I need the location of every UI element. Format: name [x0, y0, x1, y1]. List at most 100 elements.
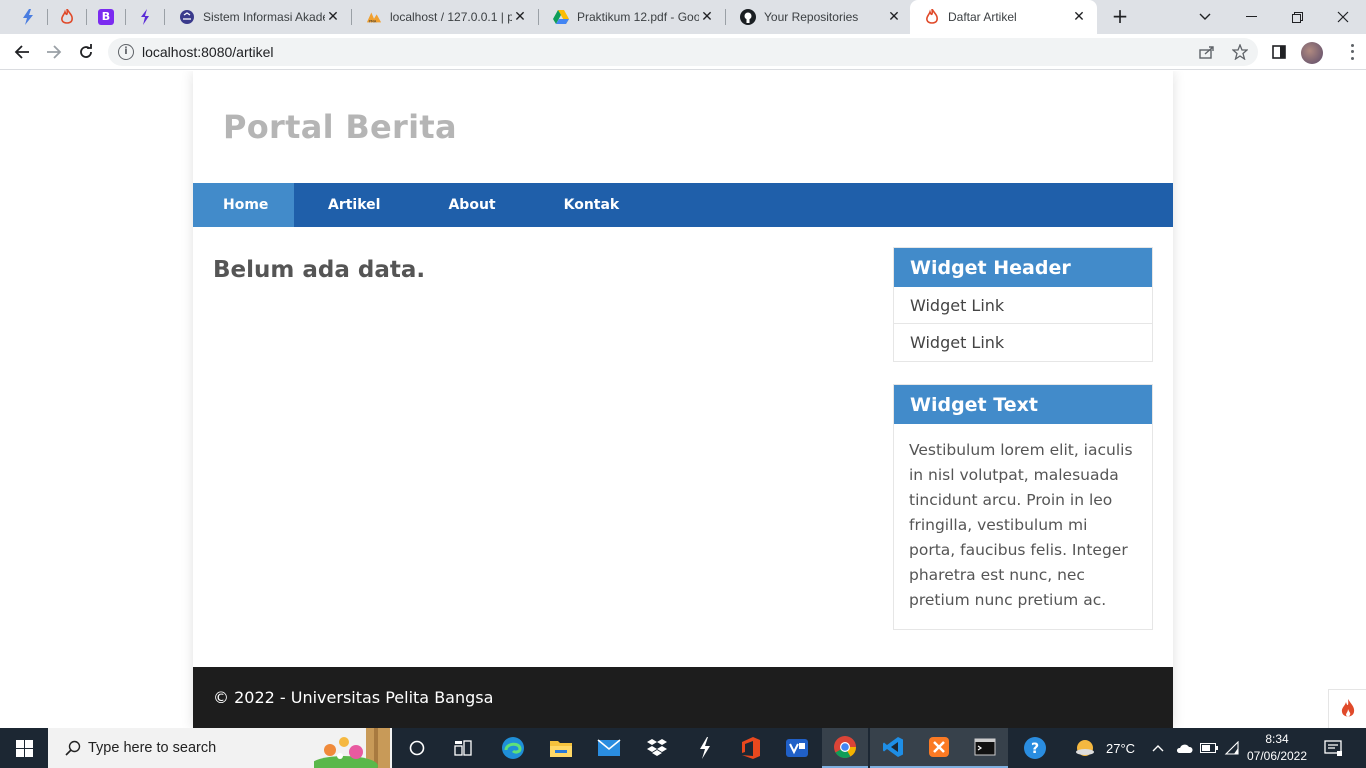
bolt-icon [23, 9, 33, 25]
back-arrow-icon [14, 45, 29, 59]
footer-text: © 2022 - Universitas Pelita Bangsa [213, 688, 494, 707]
phpmyadmin-icon: PMA [366, 9, 382, 25]
forward-arrow-icon [47, 45, 62, 59]
close-tab-icon[interactable]: ✕ [512, 9, 528, 25]
show-hidden-icons-chevron[interactable] [1152, 728, 1164, 768]
svg-text:PMA: PMA [369, 19, 377, 23]
sidebar: Widget Header Widget Link Widget Link Wi… [893, 247, 1153, 652]
edge-icon[interactable] [490, 728, 536, 768]
empty-message: Belum ada data. [213, 257, 426, 283]
forward-button[interactable] [40, 38, 68, 66]
wifi-icon[interactable] [1224, 728, 1240, 768]
weather-temp: 27°C [1106, 740, 1136, 756]
onedrive-cloud-icon[interactable] [1175, 728, 1193, 768]
tab-google-drive[interactable]: Praktikum 12.pdf - Google Drive ✕ [539, 0, 725, 34]
tab-sistem-informasi[interactable]: Sistem Informasi Akademik ✕ [165, 0, 351, 34]
pinned-tab-codeigniter[interactable] [48, 0, 86, 34]
dropbox-icon[interactable] [634, 728, 680, 768]
restore-button[interactable] [1274, 0, 1320, 34]
notifications-icon[interactable] [1324, 728, 1342, 768]
clock-time: 8:34 [1265, 732, 1289, 746]
pinned-tab-bootstrap[interactable]: B [87, 0, 125, 34]
reload-icon [80, 44, 92, 58]
bootstrap-icon: B [98, 9, 114, 25]
terminal-icon[interactable] [962, 728, 1008, 768]
pinned-tab-stripe[interactable] [126, 0, 164, 34]
browser-toolbar: i localhost:8080/artikel [0, 34, 1366, 70]
start-button[interactable] [0, 728, 48, 768]
taskbar-search[interactable]: Type here to search [48, 728, 392, 768]
battery-icon[interactable] [1200, 728, 1218, 768]
tab-title: Your Repositories [764, 10, 859, 24]
svg-text:?: ? [1031, 741, 1039, 757]
site-info-icon[interactable]: i [118, 44, 134, 60]
tab-strip: B Sistem Informasi Akademik ✕ PMA localh… [0, 0, 1366, 34]
codeigniter-icon [924, 9, 940, 25]
windows-logo-icon [15, 739, 33, 757]
address-bar[interactable]: i localhost:8080/artikel [108, 38, 1258, 66]
search-icon [62, 737, 84, 759]
close-window-button[interactable] [1320, 0, 1366, 34]
search-highlight-illustration [314, 728, 390, 768]
sublime-bolt-icon[interactable] [682, 728, 728, 768]
nav-about[interactable]: About [414, 183, 529, 227]
github-icon [740, 9, 756, 25]
widget-text-body: Vestibulum lorem elit, iaculis in nisl v… [909, 441, 1133, 609]
share-icon[interactable] [1197, 42, 1217, 62]
weather-widget[interactable]: 27°C [1074, 728, 1135, 768]
widget-link[interactable]: Widget Link [894, 324, 1152, 361]
main-content: Belum ada data. [213, 257, 425, 283]
tab-daftar-artikel[interactable]: Daftar Artikel ✕ [910, 0, 1097, 34]
task-view-icon[interactable] [394, 728, 440, 768]
nav-artikel[interactable]: Artikel [294, 183, 414, 227]
widget-header-title: Widget Header [894, 248, 1152, 287]
side-panel-icon[interactable] [1269, 42, 1289, 62]
search-placeholder: Type here to search [88, 740, 217, 756]
page-container: Portal Berita Home Artikel About Kontak … [193, 71, 1173, 728]
url-text[interactable]: localhost:8080/artikel [142, 44, 274, 60]
widget-link[interactable]: Widget Link [894, 287, 1152, 324]
tab-title: Sistem Informasi Akademik [203, 10, 325, 24]
file-explorer-icon[interactable] [538, 728, 584, 768]
weather-sun-cloud-icon [1076, 740, 1094, 756]
close-tab-icon[interactable]: ✕ [886, 9, 902, 25]
pinned-tab-bolt[interactable] [9, 0, 47, 34]
system-clock[interactable]: 8:34 07/06/2022 [1242, 731, 1312, 765]
nav-kontak[interactable]: Kontak [530, 183, 654, 227]
mail-icon[interactable] [586, 728, 632, 768]
tab-phpmyadmin[interactable]: PMA localhost / 127.0.0.1 | phpMyAdmin ✕ [352, 0, 538, 34]
clock-date: 07/06/2022 [1246, 749, 1308, 763]
tab-title: Praktikum 12.pdf - Google Drive [577, 10, 699, 24]
codeigniter-icon [1341, 699, 1354, 717]
profile-avatar[interactable] [1301, 42, 1323, 64]
codeigniter-debug-toolbar-toggle[interactable] [1328, 689, 1366, 728]
browser-menu-icon[interactable] [1346, 42, 1358, 62]
close-tab-icon[interactable]: ✕ [325, 9, 341, 25]
widgets-icon[interactable] [440, 728, 486, 768]
vscode-icon[interactable] [870, 728, 916, 768]
site-footer: © 2022 - Universitas Pelita Bangsa [193, 667, 1173, 728]
tab-title: localhost / 127.0.0.1 | phpMyAdmin [390, 10, 512, 24]
reload-button[interactable] [72, 38, 100, 66]
close-tab-icon[interactable]: ✕ [699, 9, 715, 25]
vpn-icon[interactable] [774, 728, 820, 768]
site-header: Portal Berita [193, 71, 1173, 183]
back-button[interactable] [8, 38, 36, 66]
xampp-icon[interactable] [916, 728, 962, 768]
widget-text: Widget Text Vestibulum lorem elit, iacul… [893, 384, 1153, 630]
minimize-button[interactable] [1228, 0, 1274, 34]
bookmark-star-icon[interactable] [1230, 42, 1250, 62]
new-tab-button[interactable]: + [1108, 5, 1132, 29]
chrome-icon[interactable] [822, 728, 868, 768]
university-icon [179, 9, 195, 25]
main-navbar: Home Artikel About Kontak [193, 183, 1173, 227]
codeigniter-icon [61, 9, 73, 24]
close-tab-icon[interactable]: ✕ [1071, 9, 1087, 25]
office-icon[interactable] [728, 728, 774, 768]
widget-links: Widget Header Widget Link Widget Link [893, 247, 1153, 362]
tab-search-chevron-icon[interactable] [1182, 0, 1228, 34]
nav-home[interactable]: Home [193, 183, 294, 227]
stripe-icon [141, 9, 149, 25]
tab-github[interactable]: Your Repositories ✕ [726, 0, 912, 34]
help-icon[interactable]: ? [1012, 728, 1058, 768]
